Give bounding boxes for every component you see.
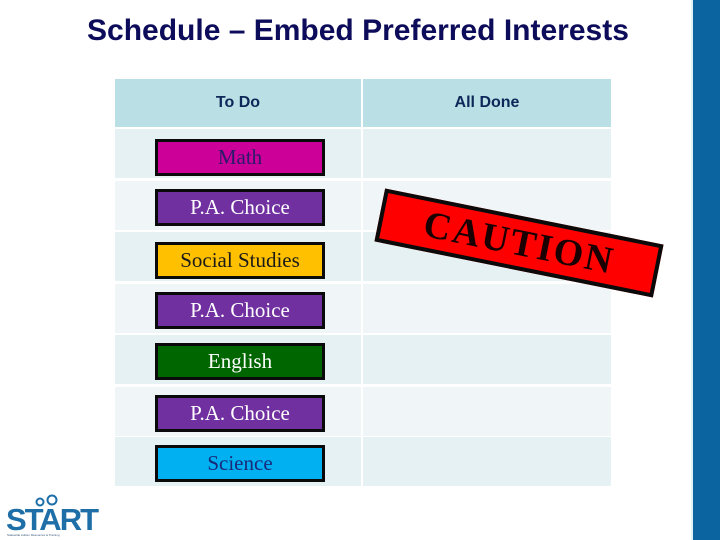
todo-cell: P.A. Choice — [115, 181, 361, 230]
header-all-done-label: All Done — [454, 94, 520, 111]
subject-card[interactable]: English — [155, 343, 325, 380]
all-done-cell[interactable] — [363, 284, 611, 333]
header-to-do: To Do — [115, 79, 361, 127]
start-logo: START Statewide Autism Resources & Train… — [6, 494, 99, 538]
todo-cell: English — [115, 335, 361, 384]
subject-card[interactable]: Math — [155, 139, 325, 176]
subject-card[interactable]: P.A. Choice — [155, 292, 325, 329]
todo-cell: P.A. Choice — [115, 284, 361, 333]
subject-card[interactable]: P.A. Choice — [155, 395, 325, 432]
subject-card[interactable]: Science — [155, 445, 325, 482]
all-done-cell[interactable] — [363, 387, 611, 436]
todo-cell: Social Studies — [115, 232, 361, 281]
subject-card[interactable]: Social Studies — [155, 242, 325, 279]
logo-tagline: Statewide Autism Resources & Training — [7, 533, 60, 537]
todo-cell: P.A. Choice — [115, 387, 361, 436]
all-done-cell[interactable] — [363, 437, 611, 486]
todo-cell: Math — [115, 129, 361, 178]
page-title: Schedule – Embed Preferred Interests — [87, 14, 629, 47]
todo-cell: Science — [115, 437, 361, 486]
subject-card[interactable]: P.A. Choice — [155, 189, 325, 226]
header-all-done: All Done — [363, 79, 611, 127]
all-done-cell[interactable] — [363, 129, 611, 178]
all-done-cell[interactable] — [363, 335, 611, 384]
header-to-do-label: To Do — [215, 94, 261, 111]
right-accent-bar — [691, 0, 720, 540]
